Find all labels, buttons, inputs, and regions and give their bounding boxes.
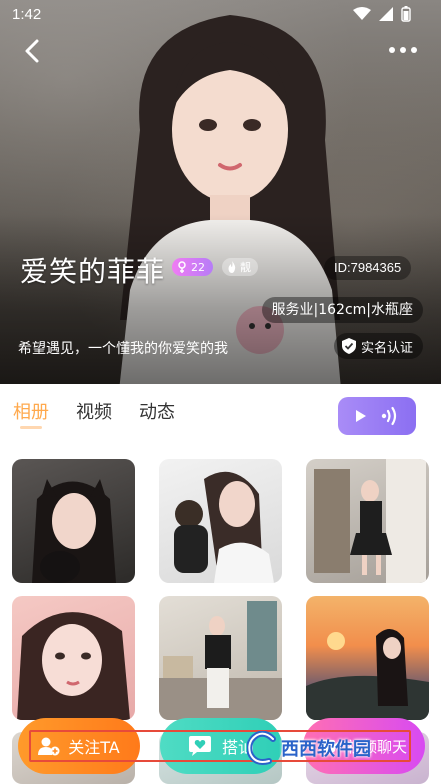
voice-intro-button[interactable]	[338, 397, 416, 435]
play-icon	[356, 410, 366, 422]
watermark-logo: 西西软件园	[247, 728, 371, 768]
signal-icon	[379, 7, 393, 21]
profile-nickname: 爱笑的菲菲	[20, 256, 166, 287]
content-tab-bar: 相册 视频 动态	[0, 384, 441, 448]
photo-portrait-icon	[306, 628, 429, 720]
album-photo[interactable]	[12, 596, 135, 720]
gender-age-badge: 22	[172, 258, 213, 276]
add-user-icon	[38, 737, 60, 756]
popularity-text: 靓	[240, 261, 251, 274]
album-photo[interactable]	[306, 459, 429, 583]
female-icon	[178, 261, 186, 273]
flame-icon	[228, 261, 236, 273]
photo-portrait-icon	[32, 479, 116, 583]
verified-label: 实名认证	[360, 340, 413, 356]
album-photo[interactable]	[12, 459, 135, 583]
heart-chat-icon	[188, 736, 211, 756]
verified-badge: 实名认证	[333, 333, 423, 359]
status-icons	[353, 6, 411, 22]
watermark-c-icon	[247, 731, 276, 765]
dot-icon	[411, 47, 417, 53]
tab-video[interactable]: 视频	[76, 398, 112, 424]
age-text: 22	[191, 260, 205, 274]
album-photo[interactable]	[159, 596, 282, 720]
profile-bio: 希望遇见，一个懂我的你爱笑的我	[18, 341, 228, 357]
active-tab-indicator	[20, 426, 42, 429]
watermark-text: 西西软件园	[281, 739, 371, 760]
photo-portrait-icon	[159, 601, 282, 720]
battery-icon	[401, 6, 411, 22]
follow-button[interactable]: 关注TA	[18, 718, 140, 774]
user-id: ID:7984365	[324, 256, 412, 280]
more-options-button[interactable]	[383, 38, 423, 62]
tab-album[interactable]: 相册	[13, 398, 49, 424]
status-time: 1:42	[12, 6, 42, 23]
follow-label: 关注TA	[68, 738, 120, 757]
album-photo[interactable]	[306, 596, 429, 720]
chevron-left-icon	[25, 39, 39, 63]
photo-portrait-icon	[17, 612, 130, 720]
dot-icon	[389, 47, 395, 53]
photo-portrait-icon	[314, 459, 426, 583]
back-button[interactable]	[18, 36, 48, 66]
popularity-badge: 靓	[222, 258, 258, 276]
wifi-icon	[353, 7, 371, 20]
profile-info-chip: 服务业|162cm|水瓶座	[261, 297, 423, 323]
status-bar: 1:42	[0, 0, 441, 30]
dot-icon	[400, 47, 406, 53]
tab-moments[interactable]: 动态	[139, 398, 175, 424]
shield-check-icon	[341, 338, 356, 354]
photo-portrait-icon	[174, 471, 274, 583]
sound-wave-icon	[381, 406, 397, 426]
profile-hero: 1:42 爱笑的菲菲 22 靓 ID:7984365 服务业|162cm|水瓶座…	[0, 0, 441, 384]
album-photo[interactable]	[159, 459, 282, 583]
